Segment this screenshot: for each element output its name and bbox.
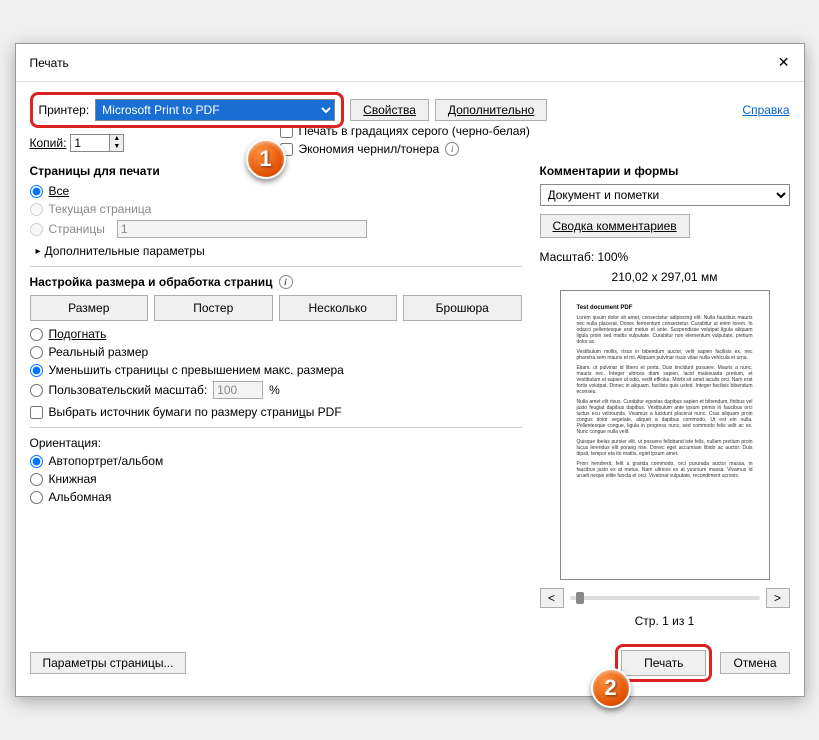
- paper-source-checkbox[interactable]: [30, 406, 43, 419]
- close-icon[interactable]: ✕: [770, 52, 798, 73]
- page-slider[interactable]: [570, 596, 760, 600]
- custom-scale-radio[interactable]: [30, 384, 43, 397]
- portrait-radio[interactable]: [30, 473, 43, 486]
- preview-box: Test document PDF Lorem ipsum dolor sit …: [560, 290, 770, 580]
- prev-page-button[interactable]: <: [540, 588, 564, 608]
- page-indicator: Стр. 1 из 1: [540, 614, 790, 628]
- dialog-title: Печать: [30, 56, 69, 70]
- ink-label: Экономия чернил/тонера: [299, 142, 440, 156]
- properties-button[interactable]: Свойства: [350, 99, 429, 121]
- triangle-right-icon: ▸: [36, 246, 41, 257]
- dimensions-label: 210,02 x 297,01 мм: [540, 270, 790, 284]
- shrink-radio[interactable]: [30, 364, 43, 377]
- advanced-button[interactable]: Дополнительно: [435, 99, 547, 121]
- next-page-button[interactable]: >: [766, 588, 790, 608]
- pages-current-radio: [30, 203, 43, 216]
- fit-label: Подогнать: [49, 327, 107, 341]
- auto-orient-label: Автопортрет/альбом: [49, 454, 164, 468]
- scale-label: Масштаб: 100%: [540, 250, 790, 264]
- cancel-button[interactable]: Отмена: [720, 652, 789, 674]
- custom-scale-input: [213, 381, 263, 399]
- landscape-label: Альбомная: [49, 490, 112, 504]
- comments-section-title: Комментарии и формы: [540, 164, 790, 178]
- paper-source-label: Выбрать источник бумаги по размеру стран…: [49, 405, 342, 419]
- pages-range-label: Страницы: [49, 222, 105, 236]
- print-button[interactable]: Печать: [621, 650, 706, 676]
- printer-highlight: Принтер: Microsoft Print to PDF: [30, 92, 345, 128]
- actual-radio[interactable]: [30, 346, 43, 359]
- spinner-down-icon[interactable]: ▼: [110, 143, 123, 151]
- landscape-radio[interactable]: [30, 491, 43, 504]
- custom-scale-label: Пользовательский масштаб:: [49, 383, 208, 397]
- auto-orient-radio[interactable]: [30, 455, 43, 468]
- pages-all-radio[interactable]: [30, 185, 43, 198]
- more-params-expander[interactable]: ▸ Дополнительные параметры: [36, 244, 522, 258]
- print-highlight: Печать: [615, 644, 712, 682]
- size-button[interactable]: Размер: [30, 295, 149, 321]
- pages-range-input: [117, 220, 367, 238]
- poster-button[interactable]: Постер: [154, 295, 273, 321]
- info-icon[interactable]: i: [279, 275, 293, 289]
- pages-range-radio: [30, 223, 43, 236]
- pages-all-label: Все: [49, 184, 70, 198]
- annotation-marker-1: 1: [246, 139, 286, 179]
- page-setup-button[interactable]: Параметры страницы...: [30, 652, 187, 674]
- annotation-marker-2: 2: [591, 668, 631, 708]
- info-icon[interactable]: i: [445, 142, 459, 156]
- print-dialog: 1 2 Печать ✕ Принтер: Microsoft Print to…: [15, 43, 805, 697]
- help-link[interactable]: Справка: [742, 103, 789, 117]
- printer-select[interactable]: Microsoft Print to PDF: [95, 99, 335, 121]
- booklet-button[interactable]: Брошюра: [403, 295, 522, 321]
- multiple-button[interactable]: Несколько: [279, 295, 398, 321]
- printer-label: Принтер:: [39, 103, 90, 117]
- actual-label: Реальный размер: [49, 345, 149, 359]
- titlebar: Печать ✕: [16, 44, 804, 82]
- summary-button[interactable]: Сводка комментариев: [540, 214, 690, 238]
- sizing-section-title: Настройка размера и обработка страниц: [30, 275, 273, 289]
- portrait-label: Книжная: [49, 472, 97, 486]
- copies-label: Копий:: [30, 136, 67, 150]
- comments-combo[interactable]: Документ и пометки: [540, 184, 790, 206]
- orientation-label: Ориентация:: [30, 436, 522, 450]
- fit-radio[interactable]: [30, 328, 43, 341]
- copies-spinner[interactable]: ▲ ▼: [70, 134, 124, 152]
- shrink-label: Уменьшить страницы с превышением макс. р…: [49, 363, 344, 377]
- copies-input[interactable]: [71, 135, 109, 151]
- pages-current-label: Текущая страница: [49, 202, 152, 216]
- spinner-up-icon[interactable]: ▲: [110, 135, 123, 143]
